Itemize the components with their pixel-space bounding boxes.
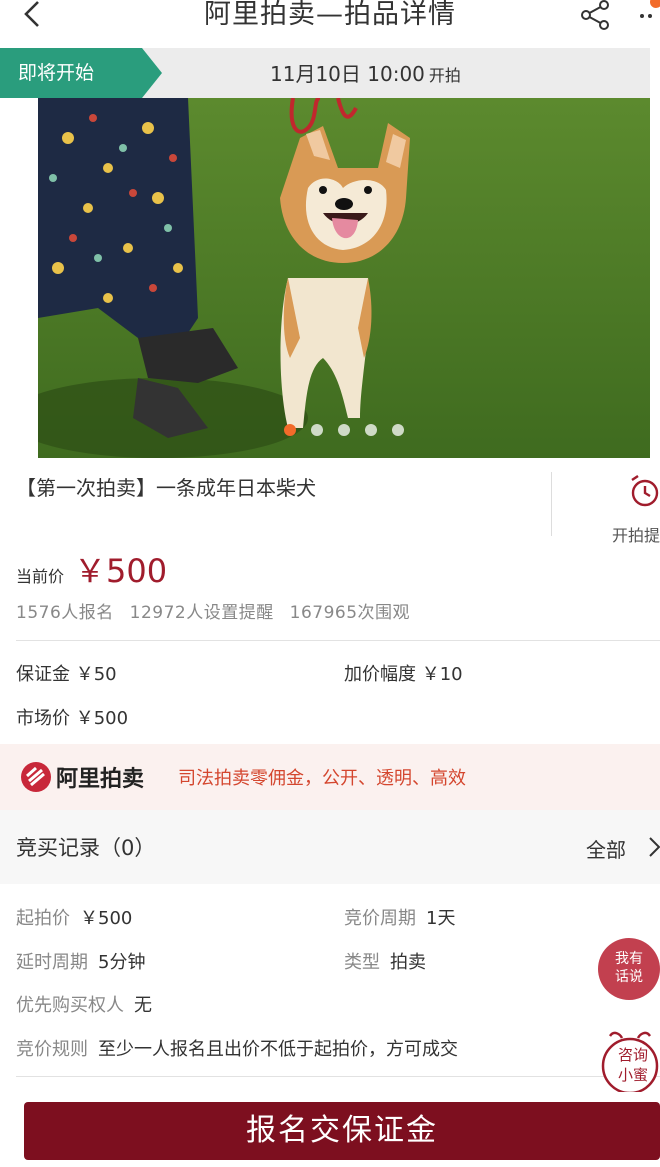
remind-button-label[interactable]: 开拍提醒 bbox=[612, 522, 660, 546]
priority-buyer: 优先购买权人无 bbox=[16, 991, 152, 1017]
consult-assistant-label[interactable]: 咨询小蜜 bbox=[612, 1045, 654, 1085]
bid-record-label: 竞买记录（0） bbox=[16, 836, 156, 860]
bottom-bar: 报名交保证金 bbox=[0, 1092, 660, 1167]
vertical-divider bbox=[551, 472, 552, 536]
delay-cycle: 延时周期 5分钟 bbox=[16, 948, 145, 974]
delay-cycle-label: 延时周期 bbox=[16, 952, 88, 973]
register-pay-deposit-button[interactable]: 报名交保证金 bbox=[24, 1102, 660, 1160]
brand-banner: 阿里拍卖 司法拍卖零佣金，公开、透明、高效 bbox=[0, 744, 660, 810]
carousel-dot-4[interactable] bbox=[365, 424, 377, 436]
product-photo[interactable] bbox=[38, 98, 650, 458]
bid-rule-value: 至少一人报名且出价不低于起拍价，方可成交 bbox=[98, 1039, 458, 1060]
bid-cycle-value: 1天 bbox=[426, 908, 456, 929]
deposit: 保证金 ￥50 bbox=[16, 664, 117, 685]
auction-type: 类型 拍卖 bbox=[344, 948, 426, 974]
market-price: 市场价 ￥500 bbox=[16, 708, 129, 729]
carousel-dot-3[interactable] bbox=[338, 424, 350, 436]
product-title: 【第一次拍卖】一条成年日本柴犬 bbox=[16, 476, 316, 500]
ali-auction-logo-icon bbox=[21, 762, 51, 792]
divider bbox=[16, 640, 660, 641]
alarm-clock-icon[interactable] bbox=[628, 474, 660, 508]
share-icon[interactable] bbox=[578, 0, 612, 30]
start-time: 11月10日 10:00 开拍 bbox=[270, 48, 461, 102]
current-price: 当前价 ￥500 bbox=[16, 546, 167, 592]
product-title-row: 【第一次拍卖】一条成年日本柴犬 开拍提醒 bbox=[0, 460, 660, 550]
chevron-right-icon[interactable] bbox=[648, 836, 660, 858]
app-header: 阿里拍卖—拍品详情 bbox=[0, 0, 660, 48]
carousel-dot-5[interactable] bbox=[392, 424, 404, 436]
view-all-link[interactable]: 全部 bbox=[586, 834, 626, 863]
priority-buyer-label: 优先购买权人 bbox=[16, 995, 124, 1016]
auction-type-value: 拍卖 bbox=[390, 952, 426, 973]
priority-buyer-value: 无 bbox=[134, 995, 152, 1016]
bid-cycle-label: 竞价周期 bbox=[344, 908, 416, 929]
feedback-button[interactable]: 我有话说 bbox=[598, 938, 660, 1000]
item-gallery: 即将开始 11月10日 10:00 开拍 bbox=[0, 48, 660, 460]
auction-countdown-bar: 即将开始 11月10日 10:00 开拍 bbox=[0, 48, 650, 98]
feedback-button-label: 我有话说 bbox=[615, 951, 643, 985]
auction-type-label: 类型 bbox=[344, 952, 380, 973]
start-price-label: 起拍价 bbox=[16, 908, 70, 929]
more-icon[interactable] bbox=[636, 0, 660, 24]
current-price-value: ￥500 bbox=[74, 552, 168, 590]
bid-rule-label: 竞价规则 bbox=[16, 1039, 88, 1060]
bid-rule: 竞价规则 至少一人报名且出价不低于起拍价，方可成交 bbox=[16, 1035, 458, 1061]
start-price: 起拍价 ￥500 bbox=[16, 904, 132, 930]
carousel-dot-2[interactable] bbox=[311, 424, 323, 436]
shiba-inu-photo bbox=[38, 98, 650, 458]
brand-name: 阿里拍卖 bbox=[56, 767, 145, 792]
status-tag: 即将开始 bbox=[18, 62, 95, 84]
start-price-value: ￥500 bbox=[80, 908, 133, 929]
start-time-value: 11月10日 10:00 bbox=[270, 62, 425, 86]
bid-increment: 加价幅度 ￥10 bbox=[344, 664, 463, 685]
page-title: 阿里拍卖—拍品详情 bbox=[204, 0, 456, 30]
participation-stats: 1576人报名 12972人设置提醒 167965次围观 bbox=[16, 603, 411, 623]
brand-slogan: 司法拍卖零佣金，公开、透明、高效 bbox=[178, 768, 466, 789]
carousel-dot-1[interactable] bbox=[284, 424, 296, 436]
start-time-suffix: 开拍 bbox=[428, 66, 461, 85]
current-price-label: 当前价 bbox=[16, 567, 65, 586]
divider bbox=[16, 1076, 660, 1077]
carousel-indicator[interactable] bbox=[0, 420, 660, 440]
bid-record-row[interactable]: 竞买记录（0） 全部 bbox=[0, 810, 660, 884]
delay-cycle-value: 5分钟 bbox=[98, 952, 146, 973]
bid-cycle: 竞价周期 1天 bbox=[344, 904, 455, 930]
